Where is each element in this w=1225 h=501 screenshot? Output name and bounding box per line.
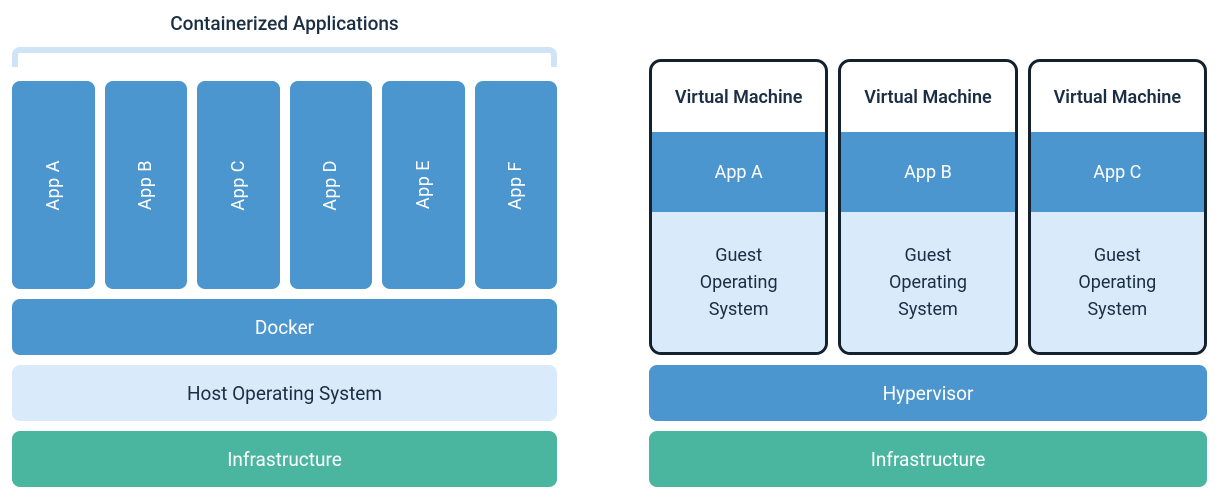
- container-app-label: App C: [228, 160, 249, 211]
- container-app-label: App A: [43, 160, 64, 211]
- host-os-layer: Host Operating System: [12, 365, 557, 421]
- container-app: App F: [475, 81, 558, 289]
- vm-guest-os: Guest Operating System: [1031, 212, 1204, 352]
- vm-guest-os: Guest Operating System: [652, 212, 825, 352]
- container-app-label: App D: [320, 160, 341, 211]
- container-app: App E: [382, 81, 465, 289]
- infrastructure-layer-vm: Infrastructure: [649, 431, 1207, 487]
- container-app-label: App B: [135, 160, 156, 210]
- container-app: App C: [197, 81, 280, 289]
- vm-title: Virtual Machine: [652, 62, 825, 132]
- vm-title: Virtual Machine: [841, 62, 1014, 132]
- container-app-label: App F: [505, 161, 526, 210]
- vm-guest-os: Guest Operating System: [841, 212, 1014, 352]
- vm-column: Virtual Machine App A Guest Operating Sy…: [649, 59, 1207, 487]
- container-app: App B: [105, 81, 188, 289]
- containerized-bracket: [12, 47, 557, 67]
- vm-app: App B: [841, 132, 1014, 212]
- container-app-label: App E: [413, 160, 434, 209]
- containerized-title: Containerized Applications: [12, 12, 557, 35]
- virtual-machine: Virtual Machine App B Guest Operating Sy…: [838, 59, 1017, 355]
- container-apps-row: App A App B App C App D App E App F: [12, 81, 557, 289]
- vm-title: Virtual Machine: [1031, 62, 1204, 132]
- vm-row: Virtual Machine App A Guest Operating Sy…: [649, 59, 1207, 355]
- diagram-root: Containerized Applications App A App B A…: [12, 12, 1213, 487]
- containerized-column: Containerized Applications App A App B A…: [12, 12, 557, 487]
- vm-app: App C: [1031, 132, 1204, 212]
- container-app: App D: [290, 81, 373, 289]
- docker-layer: Docker: [12, 299, 557, 355]
- container-app: App A: [12, 81, 95, 289]
- virtual-machine: Virtual Machine App A Guest Operating Sy…: [649, 59, 828, 355]
- vm-app: App A: [652, 132, 825, 212]
- infrastructure-layer: Infrastructure: [12, 431, 557, 487]
- virtual-machine: Virtual Machine App C Guest Operating Sy…: [1028, 59, 1207, 355]
- hypervisor-layer: Hypervisor: [649, 365, 1207, 421]
